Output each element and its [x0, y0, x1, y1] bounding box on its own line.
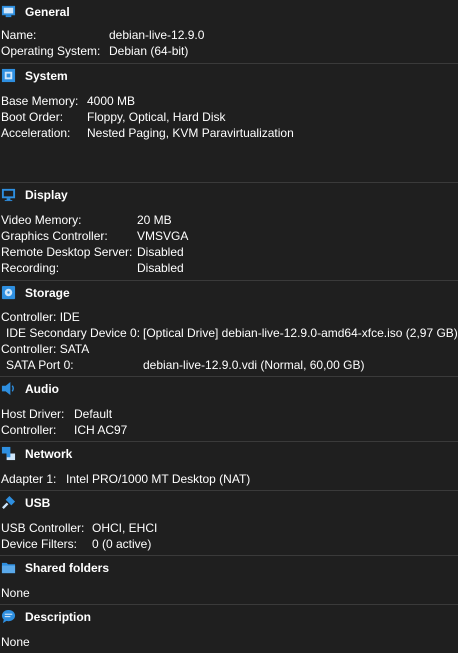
detail-value[interactable]: debian-live-12.9.0.vdi (Normal, 60,00 GB…	[143, 357, 364, 373]
detail-value: Default	[74, 407, 113, 421]
detail-key: Recording:	[1, 261, 60, 275]
detail-value: Nested Paging, KVM Paravirtualization	[87, 126, 294, 140]
detail-key: Remote Desktop Server:	[1, 245, 133, 259]
detail-key: SATA Port 0:	[6, 358, 74, 372]
section-title: USB	[25, 496, 51, 510]
detail-value: debian-live-12.9.0	[109, 28, 205, 42]
detail-key: Acceleration:	[1, 126, 71, 140]
detail-key: Adapter 1:	[1, 472, 57, 486]
folder-icon	[1, 562, 16, 574]
detail-key: Graphics Controller:	[1, 229, 108, 243]
detail-key: None	[1, 635, 30, 649]
detail-key: Controller: SATA	[1, 342, 90, 356]
section-title: Description	[25, 610, 92, 624]
section-general-header[interactable]: General	[0, 0, 458, 24]
monitor-icon	[1, 5, 16, 18]
detail-key: Controller: IDE	[1, 310, 80, 324]
storage-icon	[1, 285, 16, 300]
detail-key: Device Filters:	[1, 537, 78, 551]
display-icon	[1, 188, 16, 202]
detail-value: Floppy, Optical, Hard Disk	[87, 110, 226, 124]
section-title: Audio	[25, 382, 59, 396]
section-audio-header[interactable]: Audio	[0, 377, 458, 401]
section-title: Shared folders	[25, 561, 110, 575]
detail-key: IDE Secondary Device 0:	[6, 326, 141, 340]
speaker-icon	[1, 381, 14, 396]
section-audio: Audio Host Driver: Default Controller: I…	[0, 377, 458, 442]
section-shared-folders-header[interactable]: Shared folders	[0, 556, 458, 580]
detail-value[interactable]: [Optical Drive] debian-live-12.9.0-amd64…	[143, 325, 458, 341]
detail-value: 4000 MB	[87, 94, 136, 108]
section-storage-header[interactable]: Storage	[0, 281, 458, 305]
usb-icon	[2, 495, 16, 509]
section-shared-folders: Shared folders None	[0, 556, 458, 605]
network-icon	[1, 446, 16, 461]
detail-key: Host Driver:	[1, 407, 65, 421]
section-general: General Name: debian-live-12.9.0 Operati…	[0, 0, 458, 64]
detail-value: OHCI, EHCI	[92, 521, 158, 535]
detail-value: Disabled	[137, 261, 184, 275]
section-title: Network	[25, 447, 73, 461]
detail-value: Disabled	[137, 245, 184, 259]
detail-key: Base Memory:	[1, 94, 79, 108]
section-display: Display Video Memory: 20 MB Graphics Con…	[0, 183, 458, 281]
section-network-header[interactable]: Network	[0, 442, 458, 466]
detail-key: Video Memory:	[1, 213, 82, 227]
section-title: General	[25, 5, 70, 19]
detail-value: Debian (64-bit)	[109, 44, 189, 58]
detail-key: Boot Order:	[1, 110, 64, 124]
section-description: Description None	[0, 605, 458, 653]
detail-key: Controller:	[1, 423, 57, 437]
section-display-header[interactable]: Display	[0, 183, 458, 207]
section-title: Storage	[25, 286, 70, 300]
detail-key: None	[1, 586, 30, 600]
section-title: System	[25, 69, 68, 83]
section-system-header[interactable]: System	[0, 64, 458, 88]
section-description-header[interactable]: Description	[0, 605, 458, 629]
detail-value: ICH AC97	[74, 423, 128, 437]
section-usb: USB USB Controller: OHCI, EHCI Device Fi…	[0, 491, 458, 556]
chip-icon	[1, 68, 16, 83]
section-network: Network Adapter 1: Intel PRO/1000 MT Des…	[0, 442, 458, 491]
detail-value: VMSVGA	[137, 229, 189, 243]
comment-icon	[1, 609, 16, 624]
section-title: Display	[25, 188, 68, 202]
detail-key: Name:	[1, 28, 37, 42]
detail-key: Operating System:	[1, 44, 101, 58]
section-storage: Storage Controller: IDE IDE Secondary De…	[0, 281, 458, 377]
detail-value: 0 (0 active)	[92, 537, 152, 551]
detail-value: 20 MB	[137, 213, 172, 227]
detail-value: Intel PRO/1000 MT Desktop (NAT)	[66, 472, 251, 486]
section-usb-header[interactable]: USB	[0, 491, 458, 515]
section-system: System Base Memory: 4000 MB Boot Order: …	[0, 64, 458, 183]
detail-key: USB Controller:	[1, 521, 85, 535]
